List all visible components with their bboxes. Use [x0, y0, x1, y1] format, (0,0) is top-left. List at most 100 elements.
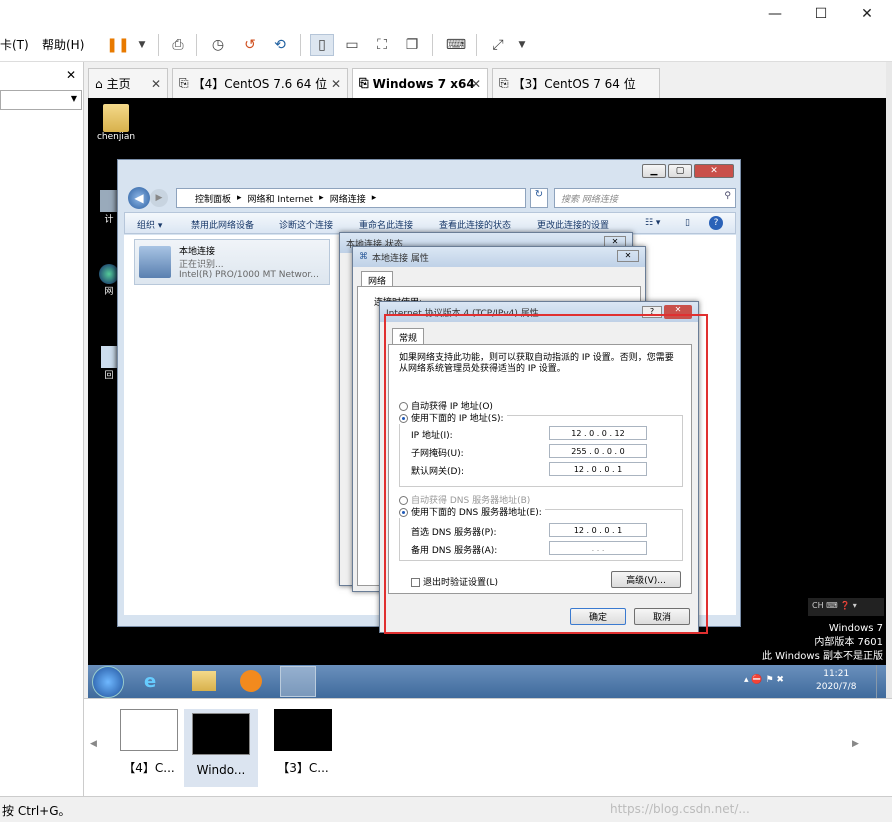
minimize-button[interactable]: — — [752, 0, 798, 28]
chevron-right-icon: ▸ — [237, 193, 242, 203]
cmd-diagnose[interactable]: 诊断这个连接 — [279, 218, 333, 231]
stretch-icon[interactable]: ⤢ — [486, 34, 510, 56]
start-button[interactable] — [92, 666, 124, 698]
tab-centos7[interactable]: ⎘ 【3】CentOS 7 64 位 — [492, 68, 660, 98]
desktop-icon-user[interactable]: chenjian — [94, 104, 138, 142]
connection-item[interactable]: 本地连接 正在识别... Intel(R) PRO/1000 MT Networ… — [134, 239, 330, 285]
tray-icons[interactable]: ▴ ⛔ ⚑ ✖ — [744, 675, 784, 685]
show-desktop-button[interactable] — [876, 665, 886, 698]
connection-adapter: Intel(R) PRO/1000 MT Networ... — [179, 270, 319, 280]
sidebar-view-icon[interactable]: ▯ — [310, 34, 334, 56]
scrollbar[interactable] — [886, 62, 892, 796]
media-player-icon[interactable] — [240, 670, 262, 692]
console-view-icon[interactable]: ▭ — [340, 34, 364, 56]
chevron-right-icon: ▸ — [319, 193, 324, 203]
forward-icon[interactable]: ▶ — [150, 189, 168, 207]
breadcrumb-item[interactable]: 网络和 Internet — [248, 192, 314, 205]
thumbnail-centos7[interactable]: 【3】C... — [266, 709, 340, 787]
home-icon: ⌂ — [95, 76, 103, 91]
breadcrumb-item[interactable]: 网络连接 — [330, 192, 366, 205]
fullscreen-icon[interactable]: ⛶ — [370, 34, 394, 56]
tab-label: Windows 7 x64 — [372, 76, 475, 91]
language-bar[interactable]: CH ⌨ ❓ ▾ — [808, 598, 884, 616]
thumbnail-label: Windo... — [196, 763, 246, 777]
activation-watermark: Windows 7 内部版本 7601 此 Windows 副本不是正版 — [762, 622, 883, 664]
cmd-rename[interactable]: 重命名此连接 — [359, 218, 413, 231]
view-options-icon[interactable]: ☷ ▾ — [645, 218, 660, 228]
chevron-down-icon[interactable]: ▼ — [510, 34, 534, 56]
close-icon[interactable]: ✕ — [331, 77, 341, 91]
send-keys-icon[interactable]: ⎙ — [166, 34, 190, 56]
connection-name: 本地连接 — [179, 247, 216, 257]
maximize-button[interactable]: ☐ — [798, 0, 844, 28]
cmd-status[interactable]: 查看此连接的状态 — [439, 218, 511, 231]
watermark-line: 内部版本 7601 — [814, 637, 883, 648]
thumbnail-image — [120, 709, 178, 751]
snapshot-icon[interactable]: ◷ — [206, 34, 230, 56]
minimize-button[interactable]: ▁ — [642, 164, 666, 178]
close-icon[interactable]: ✕ — [151, 77, 161, 91]
watermark-line: 此 Windows 副本不是正版 — [762, 651, 883, 662]
explorer-icon[interactable] — [192, 671, 216, 691]
search-input[interactable]: 搜索 网络连接 ⚲ — [554, 188, 736, 208]
maximize-button[interactable]: ▢ — [668, 164, 692, 178]
tab-windows7[interactable]: ⎘ Windows 7 x64 ✕ — [352, 68, 488, 98]
command-bar: 组织 ▾ 禁用此网络设备 诊断这个连接 重命名此连接 查看此连接的状态 更改此连… — [124, 212, 736, 234]
toolbar-separator — [158, 34, 159, 56]
chevron-right-icon[interactable]: ▶ — [852, 739, 859, 749]
revert-snapshot-icon[interactable]: ↺ — [238, 34, 262, 56]
tab-centos76[interactable]: ⎘ 【4】CentOS 7.6 64 位 ✕ — [172, 68, 348, 98]
clock[interactable]: 11:21 2020/7/8 — [816, 668, 856, 694]
network-connections-taskbar-icon[interactable] — [280, 666, 316, 697]
address-row: ◀ ▶ 控制面板 ▸ 网络和 Internet ▸ 网络连接 ▸ ↻ 搜索 网络连接 … — [128, 187, 736, 209]
tab-label: 【4】CentOS 7.6 64 位 — [192, 77, 328, 91]
clock-time: 11:21 — [823, 669, 850, 679]
toolbar-separator — [476, 34, 477, 56]
terminal-icon[interactable]: ⌨ — [444, 34, 468, 56]
thumbnail-centos76[interactable]: 【4】C... — [112, 709, 186, 787]
status-bar: 按 Ctrl+G。 https://blog.csdn.net/... — [0, 796, 892, 822]
thumbnail-image — [274, 709, 332, 751]
computer-icon — [100, 190, 118, 212]
library-search-input[interactable]: ▼ — [0, 90, 82, 110]
cmd-settings[interactable]: 更改此连接的设置 — [537, 218, 609, 231]
guest-taskbar: e ▴ ⛔ ⚑ ✖ 11:21 2020/7/8 — [88, 665, 886, 698]
tab-label: 【3】CentOS 7 64 位 — [512, 77, 636, 91]
chevron-down-icon[interactable]: ▼ — [130, 34, 154, 56]
breadcrumb-item[interactable]: 控制面板 — [195, 192, 231, 205]
window-controls: ▁ ▢ ✕ — [642, 164, 734, 178]
close-button[interactable]: ✕ — [844, 0, 890, 28]
connection-status: 正在识别... — [179, 260, 224, 270]
library-panel: ✕ ▼ — [0, 62, 84, 796]
folder-icon — [103, 104, 129, 132]
back-icon[interactable]: ◀ — [128, 187, 150, 209]
thumbnail-bar: ◀ 【4】C... Windo... 【3】C... ▶ — [84, 698, 892, 796]
network-adapter-icon — [139, 246, 171, 278]
window-titlebar: — ☐ ✕ — [0, 0, 892, 28]
vm-screen[interactable]: chenjian 计 网 回 ▁ ▢ ✕ ◀ ▶ 控制面板 ▸ 网络和 Inter… — [88, 98, 886, 698]
snapshot-manager-icon[interactable]: ⟲ — [268, 34, 292, 56]
pause-icon[interactable]: ❚❚ — [106, 34, 130, 56]
desktop-icon-label: chenjian — [96, 132, 136, 142]
tab-home[interactable]: ⌂ 主页 ✕ — [88, 68, 168, 98]
close-button[interactable]: ✕ — [694, 164, 734, 178]
cmd-disable[interactable]: 禁用此网络设备 — [191, 218, 254, 231]
thumbnail-windows7[interactable]: Windo... — [184, 709, 258, 787]
chevron-left-icon[interactable]: ◀ — [90, 739, 97, 749]
help-icon[interactable]: ? — [709, 216, 723, 230]
ie-icon[interactable]: e — [144, 671, 168, 693]
menu-tab[interactable]: 卡(T) — [0, 36, 29, 53]
menu-help[interactable]: 帮助(H) — [42, 36, 84, 53]
refresh-icon[interactable]: ↻ — [530, 188, 548, 208]
preview-pane-icon[interactable]: ▯ — [685, 218, 690, 228]
watermark-line: Windows 7 — [828, 623, 883, 634]
close-button[interactable]: ✕ — [617, 250, 639, 262]
close-icon[interactable]: ✕ — [66, 68, 76, 82]
close-icon[interactable]: ✕ — [471, 77, 481, 91]
breadcrumb[interactable]: 控制面板 ▸ 网络和 Internet ▸ 网络连接 ▸ — [176, 188, 526, 208]
cmd-organize[interactable]: 组织 ▾ — [137, 218, 162, 231]
unity-icon[interactable]: ❐ — [400, 34, 424, 56]
toolbar-separator — [196, 34, 197, 56]
chevron-down-icon: ▼ — [70, 94, 77, 103]
dialog-title: ⌘ 本地连接 属性 — [353, 247, 645, 267]
